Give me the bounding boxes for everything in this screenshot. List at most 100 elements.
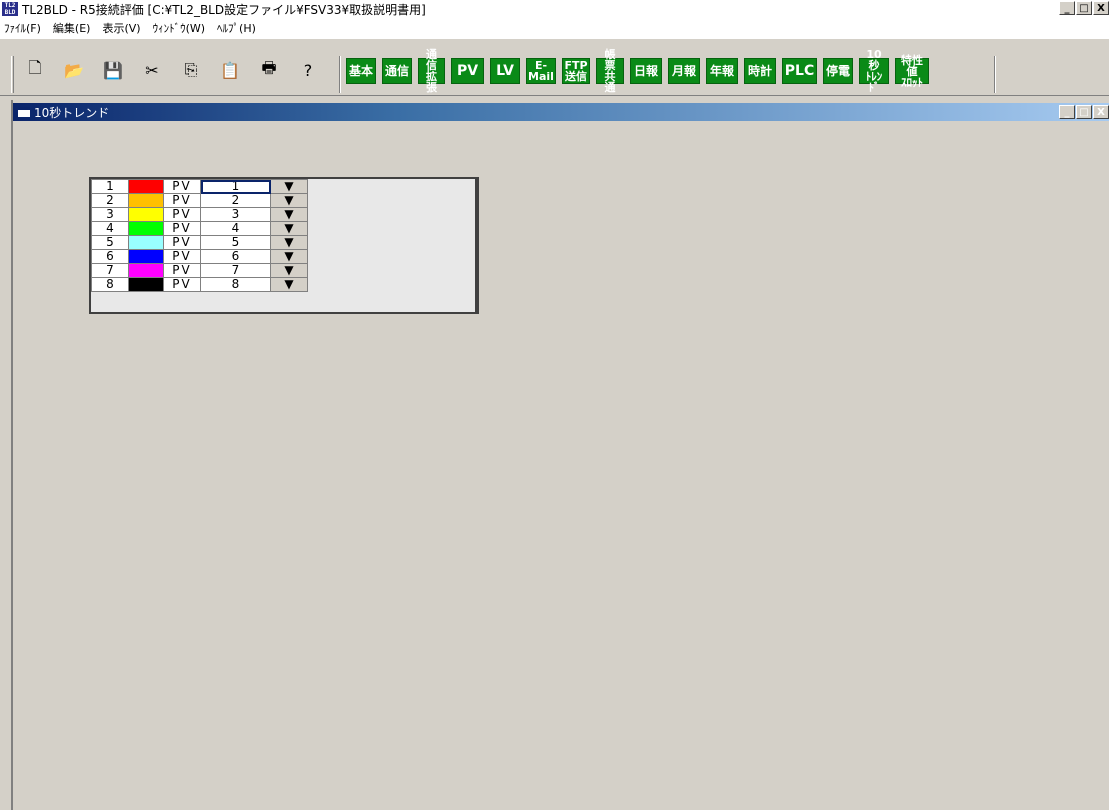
report-common-button[interactable]: 帳票 共通 <box>596 49 624 93</box>
channel-value-field[interactable]: 8 <box>200 277 271 292</box>
trend-row: 5 PV 5 ▼ <box>91 235 308 250</box>
window-title: TL2BLD - R5接続評価 [C:¥TL2_BLD設定ファイル¥FSV33¥… <box>22 2 426 17</box>
trend-row: 7 PV 7 ▼ <box>91 263 308 278</box>
channel-value-field[interactable]: 1 <box>200 179 271 194</box>
channel-type: PV <box>163 263 201 278</box>
channel-type: PV <box>163 207 201 222</box>
channel-type: PV <box>163 235 201 250</box>
settings-toolbar: 基本 通信 通信 拡張 PV LV E- Mail FTP 送信 帳票 共通 日… <box>346 49 935 93</box>
channel-number: 6 <box>91 249 129 264</box>
power-failure-button[interactable]: 停電 <box>823 58 853 84</box>
menu-edit[interactable]: 編集(E) <box>53 20 91 36</box>
channel-number: 4 <box>91 221 129 236</box>
channel-color-swatch[interactable] <box>128 263 164 278</box>
email-button[interactable]: E- Mail <box>526 58 556 84</box>
channel-number: 1 <box>91 179 129 194</box>
child-window-title: 10秒トレンド <box>34 105 110 120</box>
dropdown-arrow-icon[interactable]: ▼ <box>270 277 308 292</box>
dropdown-arrow-icon[interactable]: ▼ <box>270 263 308 278</box>
dropdown-arrow-icon[interactable]: ▼ <box>270 179 308 194</box>
channel-color-swatch[interactable] <box>128 207 164 222</box>
trend-row: 1 PV 1 ▼ <box>91 179 308 194</box>
yearly-report-button[interactable]: 年報 <box>706 58 738 84</box>
plc-button[interactable]: PLC <box>782 58 817 84</box>
standard-toolbar: 🗋 📂 💾 ✂ ⎘ 📋 🖶 ? <box>24 58 336 81</box>
channel-value-field[interactable]: 5 <box>200 235 271 250</box>
toolbar: 🗋 📂 💾 ✂ ⎘ 📋 🖶 ? 基本 通信 通信 拡張 PV LV E- Mai… <box>0 38 1109 96</box>
menu-file[interactable]: ﾌｧｲﾙ(F) <box>4 20 41 36</box>
trend-row: 6 PV 6 ▼ <box>91 249 308 264</box>
new-file-icon[interactable]: 🗋 <box>24 58 46 81</box>
minimize-button[interactable]: _ <box>1059 1 1075 15</box>
channel-number: 3 <box>91 207 129 222</box>
channel-value-field[interactable]: 3 <box>200 207 271 222</box>
cut-icon[interactable]: ✂ <box>141 59 163 81</box>
channel-type: PV <box>163 179 201 194</box>
channel-value-field[interactable]: 4 <box>200 221 271 236</box>
app-icon[interactable]: TL2 BLD <box>2 2 18 16</box>
characteristic-slot-button[interactable]: 特性値 ｽﾛｯﾄ <box>895 55 929 88</box>
channel-number: 8 <box>91 277 129 292</box>
channel-type: PV <box>163 277 201 292</box>
dropdown-arrow-icon[interactable]: ▼ <box>270 221 308 236</box>
channel-number: 5 <box>91 235 129 250</box>
channel-color-swatch[interactable] <box>128 249 164 264</box>
copy-icon[interactable]: ⎘ <box>180 59 202 81</box>
toolbar-separator <box>994 56 996 93</box>
save-icon[interactable]: 💾 <box>102 59 124 81</box>
channel-color-swatch[interactable] <box>128 193 164 208</box>
maximize-button[interactable]: □ <box>1076 1 1092 15</box>
close-button[interactable]: X <box>1093 1 1109 15</box>
daily-report-button[interactable]: 日報 <box>630 58 662 84</box>
channel-type: PV <box>163 193 201 208</box>
window-controls: _ □ X <box>1058 1 1109 15</box>
dropdown-arrow-icon[interactable]: ▼ <box>270 207 308 222</box>
ftp-send-button[interactable]: FTP 送信 <box>562 58 590 84</box>
menu-bar: ﾌｧｲﾙ(F) 編集(E) 表示(V) ｳｨﾝﾄﾞｳ(W) ﾍﾙﾌﾟ(H) <box>0 18 1109 38</box>
trend-row: 4 PV 4 ▼ <box>91 221 308 236</box>
pv-button[interactable]: PV <box>451 58 484 84</box>
toolbar-separator <box>339 56 341 93</box>
channel-value-field[interactable]: 2 <box>200 193 271 208</box>
menu-window[interactable]: ｳｨﾝﾄﾞｳ(W) <box>153 20 205 36</box>
channel-color-swatch[interactable] <box>128 221 164 236</box>
menu-view[interactable]: 表示(V) <box>102 20 140 36</box>
clock-button[interactable]: 時計 <box>744 58 776 84</box>
trend-row: 8 PV 8 ▼ <box>91 277 308 292</box>
trend-channel-table: 1 PV 1 ▼ 2 PV 2 ▼ 3 PV 3 ▼ 4 PV 4 ▼ 5 PV 5 ▼ 6 PV 6 ▼ 7 PV 7 ▼ 8 PV 8 ▼ <box>91 179 308 292</box>
channel-value-field[interactable]: 7 <box>200 263 271 278</box>
trend-10s-button[interactable]: 10秒 ﾄﾚﾝﾄﾞ <box>859 49 889 93</box>
app-titlebar: TL2 BLD TL2BLD - R5接続評価 [C:¥TL2_BLD設定ファイ… <box>0 0 1109 18</box>
channel-number: 2 <box>91 193 129 208</box>
basic-settings-button[interactable]: 基本 <box>346 58 376 84</box>
child-window-controls: _ □ X <box>1058 105 1109 119</box>
channel-color-swatch[interactable] <box>128 179 164 194</box>
channel-type: PV <box>163 249 201 264</box>
trend-row: 2 PV 2 ▼ <box>91 193 308 208</box>
paste-icon[interactable]: 📋 <box>219 59 241 81</box>
channel-color-swatch[interactable] <box>128 235 164 250</box>
channel-value-field[interactable]: 6 <box>200 249 271 264</box>
channel-type: PV <box>163 221 201 236</box>
help-icon[interactable]: ? <box>297 59 319 81</box>
print-icon[interactable]: 🖶 <box>258 58 280 81</box>
lv-button[interactable]: LV <box>490 58 520 84</box>
dropdown-arrow-icon[interactable]: ▼ <box>270 235 308 250</box>
channel-number: 7 <box>91 263 129 278</box>
open-folder-icon[interactable]: 📂 <box>63 59 85 81</box>
channel-color-swatch[interactable] <box>128 277 164 292</box>
trend-row: 3 PV 3 ▼ <box>91 207 308 222</box>
window-icon[interactable] <box>18 107 30 117</box>
dropdown-arrow-icon[interactable]: ▼ <box>270 249 308 264</box>
child-window-titlebar: 10秒トレンド _ □ X <box>13 103 1109 121</box>
child-maximize-button[interactable]: □ <box>1076 105 1092 119</box>
comm-ext-button[interactable]: 通信 拡張 <box>418 49 445 93</box>
menu-help[interactable]: ﾍﾙﾌﾟ(H) <box>217 20 256 36</box>
trend-settings-panel: 1 PV 1 ▼ 2 PV 2 ▼ 3 PV 3 ▼ 4 PV 4 ▼ 5 PV 5 ▼ 6 PV 6 ▼ 7 PV 7 ▼ 8 PV 8 ▼ <box>89 177 479 314</box>
dropdown-arrow-icon[interactable]: ▼ <box>270 193 308 208</box>
monthly-report-button[interactable]: 月報 <box>668 58 700 84</box>
child-minimize-button[interactable]: _ <box>1059 105 1075 119</box>
toolbar-grip[interactable] <box>11 56 14 93</box>
comm-settings-button[interactable]: 通信 <box>382 58 412 84</box>
child-close-button[interactable]: X <box>1093 105 1109 119</box>
